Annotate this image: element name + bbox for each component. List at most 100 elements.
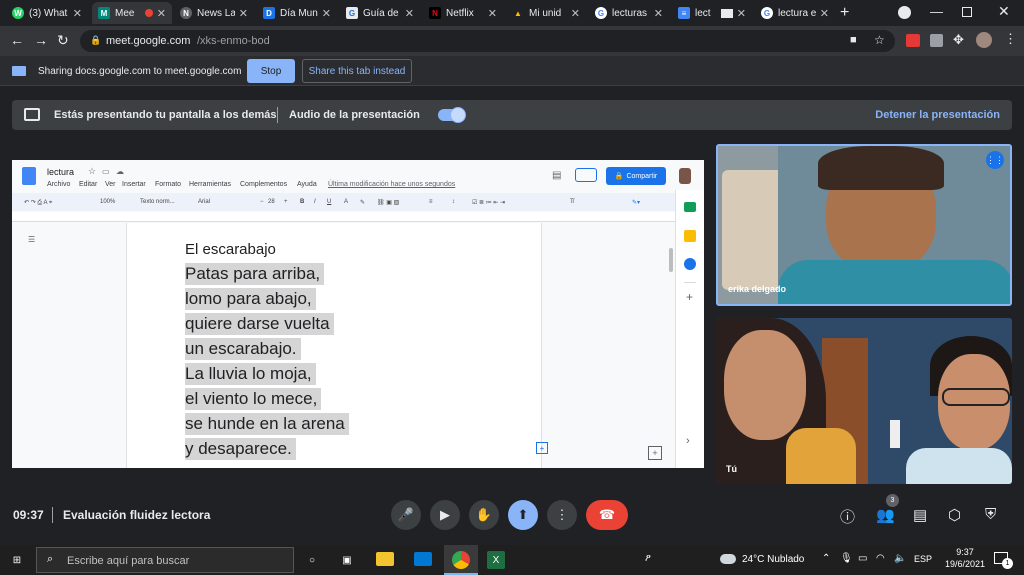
scrollbar-thumb[interactable]: [669, 248, 673, 272]
share-this-tab-button[interactable]: Share this tab instead: [302, 59, 412, 83]
tab-drive[interactable]: ▲ Mi unid ✕: [506, 2, 586, 24]
close-icon[interactable]: ✕: [737, 7, 746, 20]
font-size-increase[interactable]: +: [284, 199, 288, 205]
battery-icon[interactable]: ▭: [858, 553, 867, 564]
menu-ver[interactable]: Ver: [105, 181, 116, 188]
people-taskbar-icon[interactable]: ዖ: [645, 553, 651, 564]
activities-icon[interactable]: ⬡: [948, 506, 961, 524]
close-icon[interactable]: ✕: [239, 7, 248, 20]
stop-sharing-button[interactable]: Stop: [247, 59, 295, 83]
participant-tile-self[interactable]: Tú: [716, 318, 1012, 484]
language-indicator[interactable]: ESP: [914, 554, 932, 564]
menu-ayuda[interactable]: Ayuda: [297, 181, 317, 188]
forward-icon[interactable]: →: [34, 32, 48, 48]
raise-hand-button[interactable]: ✋: [469, 500, 499, 530]
highlight-icon[interactable]: ✎: [360, 199, 365, 206]
extension-icon[interactable]: [930, 34, 943, 47]
camera-icon[interactable]: ■: [850, 34, 857, 46]
close-icon[interactable]: ✕: [157, 7, 166, 20]
camera-button[interactable]: ▶: [430, 500, 460, 530]
tab-lectura-e[interactable]: G lectura e ✕: [755, 2, 835, 24]
undo-icon[interactable]: ↶ ↷ ⎙ A ⌖: [24, 199, 52, 207]
extension-icon[interactable]: [906, 34, 920, 47]
excel-icon[interactable]: X: [487, 551, 505, 569]
weather-text[interactable]: 24°C Nublado: [742, 554, 804, 565]
add-addon-icon[interactable]: +: [686, 290, 693, 304]
wifi-icon[interactable]: ◠: [876, 553, 885, 564]
close-icon[interactable]: ✕: [488, 7, 497, 20]
outline-icon[interactable]: ☰: [28, 235, 35, 244]
tab-dia-mundial[interactable]: D Día Mun ✕: [257, 2, 337, 24]
last-edit-link[interactable]: Última modificación hace unos segundos: [328, 181, 455, 188]
windows-start-icon[interactable]: ⊞: [8, 551, 26, 569]
back-icon[interactable]: ←: [10, 32, 24, 48]
present-button[interactable]: ⬆: [508, 500, 538, 530]
chevron-right-icon[interactable]: ›: [686, 435, 690, 447]
menu-complementos[interactable]: Complementos: [240, 181, 287, 188]
close-icon[interactable]: ✕: [73, 7, 82, 20]
tab-docs[interactable]: ≡ lect ✕: [672, 2, 752, 24]
close-icon[interactable]: ✕: [820, 7, 829, 20]
chrome-taskbar-button[interactable]: [444, 545, 478, 575]
document-page[interactable]: El escarabajo Patas para arriba, lomo pa…: [126, 223, 542, 468]
microphone-button[interactable]: 🎤: [391, 500, 421, 530]
close-icon[interactable]: ✕: [405, 7, 414, 20]
menu-formato[interactable]: Formato: [155, 181, 181, 188]
volume-icon[interactable]: 🔈: [894, 553, 906, 564]
menu-archivo[interactable]: Archivo: [47, 181, 70, 188]
font-size-decrease[interactable]: −: [260, 199, 264, 205]
avatar[interactable]: [679, 168, 691, 184]
font-size-field[interactable]: 28: [268, 199, 275, 205]
star-icon[interactable]: ☆: [874, 33, 885, 47]
link-icon[interactable]: ⛓ ▣ ▨: [377, 199, 399, 206]
mic-tray-icon[interactable]: 🎙: [840, 553, 853, 564]
checklist-icon[interactable]: ☑ ≣ ≔ ⇤ ⇥: [472, 199, 505, 206]
tasks-icon[interactable]: [684, 258, 696, 270]
close-icon[interactable]: ✕: [571, 7, 580, 20]
stop-presenting-button[interactable]: Detener la presentación: [875, 109, 1000, 121]
text-color-icon[interactable]: A: [344, 199, 348, 205]
mail-icon[interactable]: [414, 552, 432, 566]
tab-netflix[interactable]: N Netflix ✕: [423, 2, 503, 24]
participant-tile-erika[interactable]: ⋮⋮ erika delgado: [716, 144, 1012, 306]
comments-icon[interactable]: ▤: [552, 170, 561, 181]
clock[interactable]: 9:37 19/6/2021: [945, 547, 985, 569]
style-select[interactable]: Texto norm...: [140, 199, 175, 205]
zoom-select[interactable]: 100%: [100, 199, 115, 205]
people-icon[interactable]: 👥: [876, 506, 895, 524]
align-icon[interactable]: ≡: [429, 199, 433, 205]
close-icon[interactable]: ✕: [654, 7, 663, 20]
end-call-button[interactable]: ☎: [586, 500, 628, 530]
line-spacing-icon[interactable]: ↕: [452, 199, 455, 205]
underline-icon[interactable]: U: [327, 199, 331, 205]
task-view-icon[interactable]: ▣: [338, 551, 356, 569]
close-icon[interactable]: ✕: [322, 7, 331, 20]
cortana-icon[interactable]: ○: [303, 551, 321, 569]
new-tab-icon[interactable]: +: [840, 4, 849, 22]
keep-icon[interactable]: [684, 230, 696, 242]
info-icon[interactable]: ⓘ: [840, 506, 855, 527]
present-icon[interactable]: [575, 168, 597, 182]
avatar[interactable]: [976, 32, 992, 48]
tab-search-icon[interactable]: [898, 6, 911, 19]
explore-icon[interactable]: +: [648, 446, 662, 460]
host-controls-icon[interactable]: ⛨: [985, 506, 996, 523]
font-select[interactable]: Arial: [198, 199, 210, 205]
menu-herramientas[interactable]: Herramientas: [189, 181, 231, 188]
calendar-icon[interactable]: [684, 202, 696, 212]
share-button[interactable]: 🔒 Compartir: [606, 167, 666, 185]
tab-meet[interactable]: M Mee ✕: [92, 2, 172, 24]
more-options-button[interactable]: ⋮: [547, 500, 577, 530]
address-bar[interactable]: 🔒 meet.google.com /xks-enmo-bod ■ ☆: [80, 30, 895, 52]
restore-icon[interactable]: [962, 7, 972, 17]
tab-whatsapp[interactable]: W (3) What ✕: [6, 2, 88, 24]
chevron-up-icon[interactable]: ⌃: [822, 553, 830, 564]
menu-insertar[interactable]: Insertar: [122, 181, 146, 188]
tab-guia[interactable]: G Guía de ✕: [340, 2, 420, 24]
minimize-icon[interactable]: —: [930, 4, 943, 19]
clear-format-icon[interactable]: T̸: [570, 199, 574, 205]
star-icon[interactable]: ☆: [88, 166, 96, 177]
folder-icon[interactable]: ▭: [102, 167, 110, 176]
audio-toggle[interactable]: [438, 107, 466, 123]
chat-icon[interactable]: ▤: [913, 506, 927, 524]
